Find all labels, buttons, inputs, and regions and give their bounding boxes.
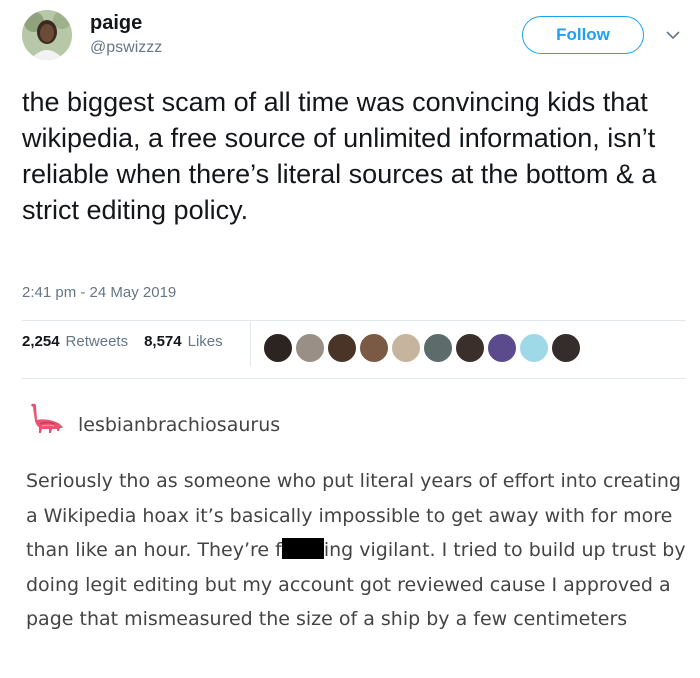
engagement-stats: 2,254 Retweets 8,574 Likes [22,333,233,350]
tweet-timestamp[interactable]: 2:41 pm - 24 May 2019 [22,284,176,301]
liker-avatar[interactable] [486,332,518,364]
liker-avatar[interactable] [550,332,582,364]
tweet-text: the biggest scam of all time was convinc… [22,87,657,225]
display-name[interactable]: paige [90,12,142,35]
liker-avatar[interactable] [262,332,294,364]
post-username[interactable]: lesbianbrachiosaurus [78,414,280,436]
likes-label[interactable]: Likes [188,333,223,350]
likes-count[interactable]: 8,574 [144,333,182,350]
retweets-label[interactable]: Retweets [66,333,129,350]
liker-avatar[interactable] [422,332,454,364]
liker-avatar[interactable] [454,332,486,364]
brachiosaurus-icon[interactable] [28,402,64,436]
post-body: Seriously tho as someone who put literal… [26,464,686,637]
avatar[interactable] [22,10,72,60]
tweet-card: paige @pswizzz Follow the biggest scam o… [0,0,700,388]
retweets-count[interactable]: 2,254 [22,333,60,350]
divider [22,320,686,321]
follow-button[interactable]: Follow [522,16,644,54]
liker-avatar[interactable] [358,332,390,364]
user-handle[interactable]: @pswizzz [90,39,162,57]
chevron-down-icon[interactable] [666,30,680,40]
divider [22,378,686,379]
divider [250,322,251,366]
liker-avatar[interactable] [390,332,422,364]
liker-avatar[interactable] [326,332,358,364]
liker-avatar[interactable] [294,332,326,364]
liker-avatar[interactable] [518,332,550,364]
censor-bar [281,538,324,559]
tumblr-post: lesbianbrachiosaurus Seriously tho as so… [0,388,700,678]
